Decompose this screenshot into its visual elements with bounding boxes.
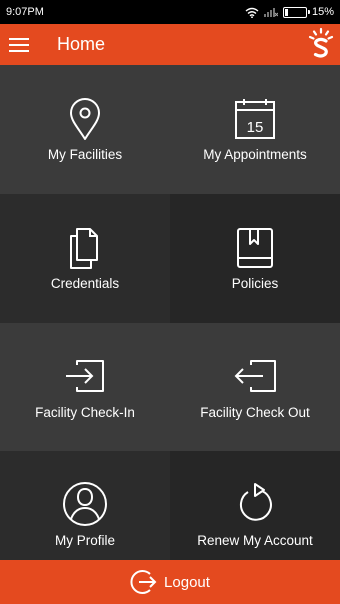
tile-label: Credentials xyxy=(50,276,120,291)
status-indicators: 15% xyxy=(245,6,334,18)
page-title: Home xyxy=(57,34,106,54)
tile-label: Facility Check-In xyxy=(35,405,135,420)
tile-label: Facility Check Out xyxy=(200,405,310,420)
tile-label: Renew My Account xyxy=(197,533,313,548)
tile-policies[interactable]: Policies xyxy=(170,194,340,323)
tile-renew-my-account[interactable]: Renew My Account xyxy=(170,451,340,560)
wifi-icon xyxy=(245,7,259,18)
refresh-icon xyxy=(239,483,272,521)
logout-label: Logout xyxy=(164,573,210,591)
app-bar: Home xyxy=(0,24,340,65)
book-icon xyxy=(237,228,273,268)
tile-label: My Appointments xyxy=(203,147,307,162)
status-bar: 9:07PM 15% xyxy=(0,0,340,24)
tile-facility-check-in[interactable]: Facility Check-In xyxy=(0,323,170,451)
tile-label: Policies xyxy=(231,276,279,291)
tile-my-facilities[interactable]: My Facilities xyxy=(0,65,170,194)
tile-facility-check-out[interactable]: Facility Check Out xyxy=(170,323,340,451)
calendar-day: 15 xyxy=(247,119,264,136)
user-icon xyxy=(63,482,107,526)
hamburger-menu-button[interactable] xyxy=(0,24,38,65)
home-menu-grid: My Facilities 15 My Appointments Credent… xyxy=(0,65,340,560)
status-time: 9:07PM xyxy=(6,6,44,18)
check-out-icon xyxy=(234,360,276,392)
tile-label: My Facilities xyxy=(47,147,123,162)
calendar-icon: 15 xyxy=(235,99,275,139)
tile-label: My Profile xyxy=(54,533,115,548)
battery-percent: 15% xyxy=(311,6,334,18)
documents-icon xyxy=(70,228,98,269)
tile-credentials[interactable]: Credentials xyxy=(0,194,170,323)
tile-my-profile[interactable]: My Profile xyxy=(0,451,170,560)
logout-icon xyxy=(130,570,157,594)
hamburger-menu-icon xyxy=(9,37,29,52)
tile-my-appointments[interactable]: 15 My Appointments xyxy=(170,65,340,194)
check-in-icon xyxy=(66,360,104,392)
brand-logo-icon xyxy=(308,27,334,58)
battery-icon xyxy=(282,6,310,18)
location-pin-icon xyxy=(70,98,100,140)
logout-button[interactable]: Logout xyxy=(0,560,340,604)
signal-icon xyxy=(263,8,278,17)
